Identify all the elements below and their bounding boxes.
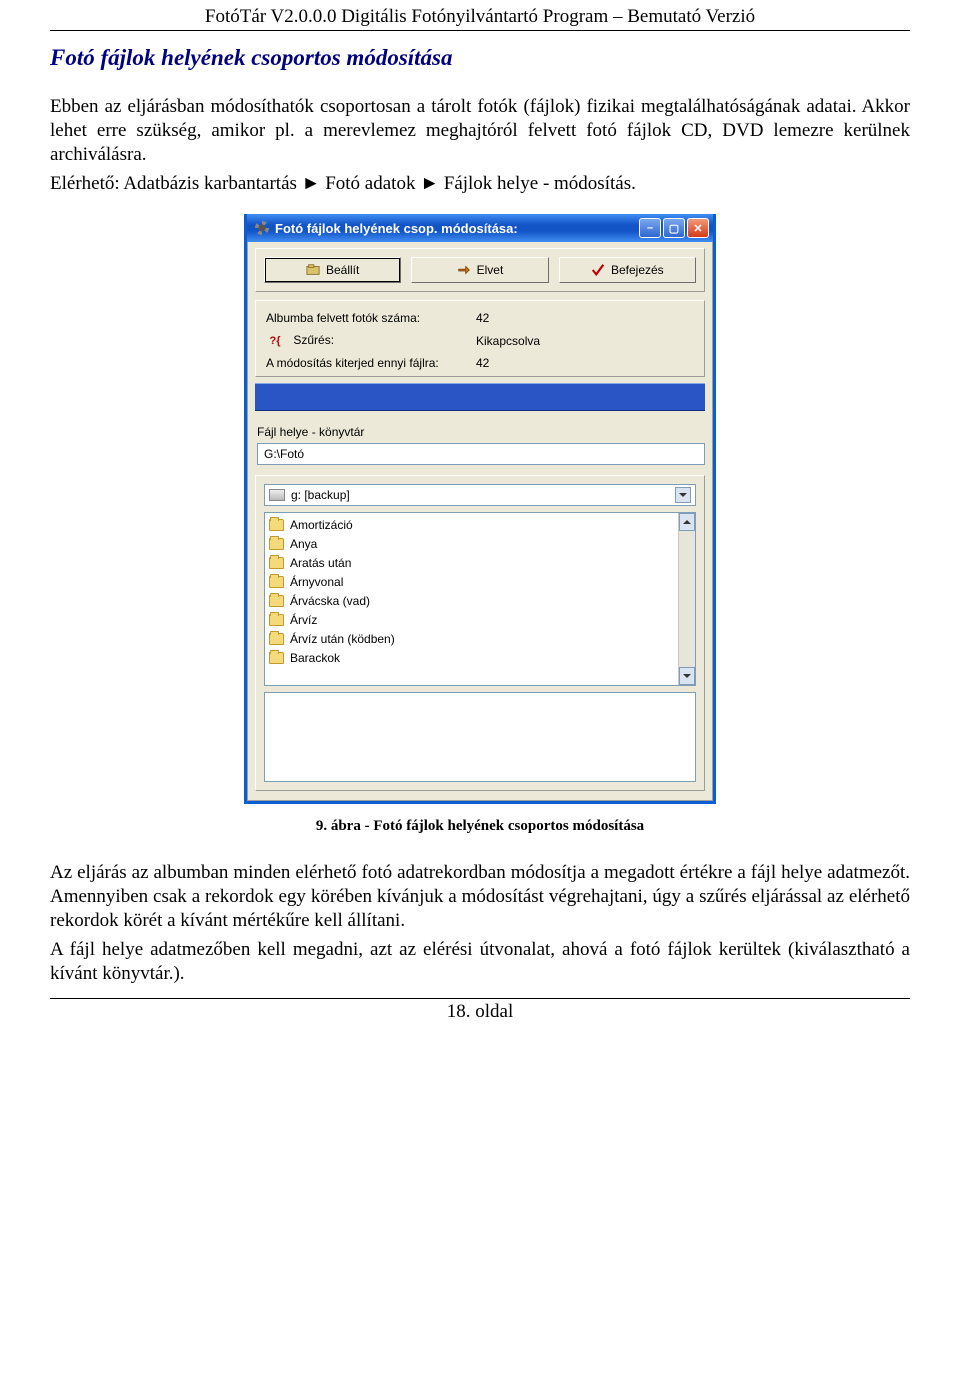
chevron-down-icon[interactable] bbox=[675, 487, 691, 503]
folder-item[interactable]: Barackok bbox=[269, 648, 673, 667]
folder-item[interactable]: Aratás után bbox=[269, 553, 673, 572]
drive-select[interactable]: g: [backup] bbox=[264, 484, 696, 506]
folder-list[interactable]: Amortizáció Anya Aratás után Árnyvonal Árvác… bbox=[264, 512, 696, 686]
folder-icon bbox=[269, 652, 284, 664]
folder-item-label: Anya bbox=[290, 537, 317, 551]
finish-button[interactable]: Befejezés bbox=[559, 257, 696, 283]
discard-button[interactable]: Elvet bbox=[411, 257, 548, 283]
page-number: 18. oldal bbox=[50, 1001, 910, 1023]
discard-icon bbox=[457, 263, 471, 277]
drive-icon bbox=[269, 489, 285, 501]
folder-item[interactable]: Amortizáció bbox=[269, 515, 673, 534]
path-label: Fájl helye - könyvtár bbox=[257, 425, 703, 439]
folder-icon bbox=[269, 576, 284, 588]
outro-paragraph-1: Az eljárás az albumban minden elérhető f… bbox=[50, 861, 910, 932]
discard-button-label: Elvet bbox=[477, 263, 504, 277]
folder-icon bbox=[269, 633, 284, 645]
filter-icon: ?{ bbox=[266, 334, 284, 348]
folder-item-label: Árvíz bbox=[290, 613, 317, 627]
selection-bar[interactable] bbox=[255, 383, 705, 411]
photo-count-label: Albumba felvett fotók száma: bbox=[266, 311, 476, 325]
apply-icon bbox=[306, 263, 320, 277]
photo-count-value: 42 bbox=[476, 311, 694, 325]
checkmark-icon bbox=[591, 263, 605, 277]
drive-browser-panel: g: [backup] Amortizáció Anya Aratás után Ár… bbox=[255, 475, 705, 791]
page-header: FotóTár V2.0.0.0 Digitális Fotónyilvánta… bbox=[50, 6, 910, 28]
titlebar[interactable]: Fotó fájlok helyének csop. módosítása: –… bbox=[247, 214, 713, 242]
drive-select-value: g: [backup] bbox=[291, 488, 350, 502]
header-divider bbox=[50, 30, 910, 31]
modify-count-label: A módosítás kiterjed ennyi fájlra: bbox=[266, 356, 476, 370]
filter-value: Kikapcsolva bbox=[476, 334, 694, 348]
folder-item[interactable]: Árvíz után (ködben) bbox=[269, 629, 673, 648]
set-button-label: Beállít bbox=[326, 263, 359, 277]
outro-paragraph-2: A fájl helye adatmezőben kell megadni, a… bbox=[50, 938, 910, 986]
toolbar: Beállít Elvet Befejezés bbox=[255, 248, 705, 292]
intro-paragraph-1: Ebben az eljárásban módosíthatók csoport… bbox=[50, 95, 910, 166]
folder-item[interactable]: Árnyvonal bbox=[269, 572, 673, 591]
close-button[interactable]: ✕ bbox=[687, 218, 709, 238]
folder-item[interactable]: Anya bbox=[269, 534, 673, 553]
folder-item-label: Árvíz után (ködben) bbox=[290, 632, 395, 646]
scroll-up-button[interactable] bbox=[679, 513, 695, 531]
intro-paragraph-2: Elérhető: Adatbázis karbantartás ► Fotó … bbox=[50, 172, 910, 196]
dialog-window: Fotó fájlok helyének csop. módosítása: –… bbox=[244, 214, 716, 804]
footer-divider bbox=[50, 998, 910, 999]
file-list[interactable] bbox=[264, 692, 696, 782]
folder-icon bbox=[269, 557, 284, 569]
modify-count-value: 42 bbox=[476, 356, 694, 370]
folder-item-label: Barackok bbox=[290, 651, 340, 665]
maximize-button[interactable]: ▢ bbox=[663, 218, 685, 238]
scrollbar[interactable] bbox=[678, 513, 695, 685]
set-button[interactable]: Beállít bbox=[264, 257, 401, 283]
scroll-down-button[interactable] bbox=[679, 667, 695, 685]
app-icon bbox=[255, 221, 269, 235]
filter-label: ?{ Szűrés: bbox=[266, 333, 476, 348]
finish-button-label: Befejezés bbox=[611, 263, 664, 277]
folder-icon bbox=[269, 538, 284, 550]
window-title: Fotó fájlok helyének csop. módosítása: bbox=[275, 221, 633, 236]
folder-item[interactable]: Árvácska (vad) bbox=[269, 591, 673, 610]
section-title: Fotó fájlok helyének csoportos módosítás… bbox=[50, 45, 910, 71]
folder-item-label: Aratás után bbox=[290, 556, 351, 570]
folder-item-label: Amortizáció bbox=[290, 518, 353, 532]
info-panel: Albumba felvett fotók száma: 42 ?{ Szűré… bbox=[255, 300, 705, 377]
folder-icon bbox=[269, 614, 284, 626]
minimize-button[interactable]: – bbox=[639, 218, 661, 238]
folder-item[interactable]: Árvíz bbox=[269, 610, 673, 629]
folder-item-label: Árvácska (vad) bbox=[290, 594, 370, 608]
folder-icon bbox=[269, 519, 284, 531]
folder-item-label: Árnyvonal bbox=[290, 575, 343, 589]
path-input[interactable] bbox=[257, 443, 705, 465]
figure-caption: 9. ábra - Fotó fájlok helyének csoportos… bbox=[50, 818, 910, 835]
folder-icon bbox=[269, 595, 284, 607]
